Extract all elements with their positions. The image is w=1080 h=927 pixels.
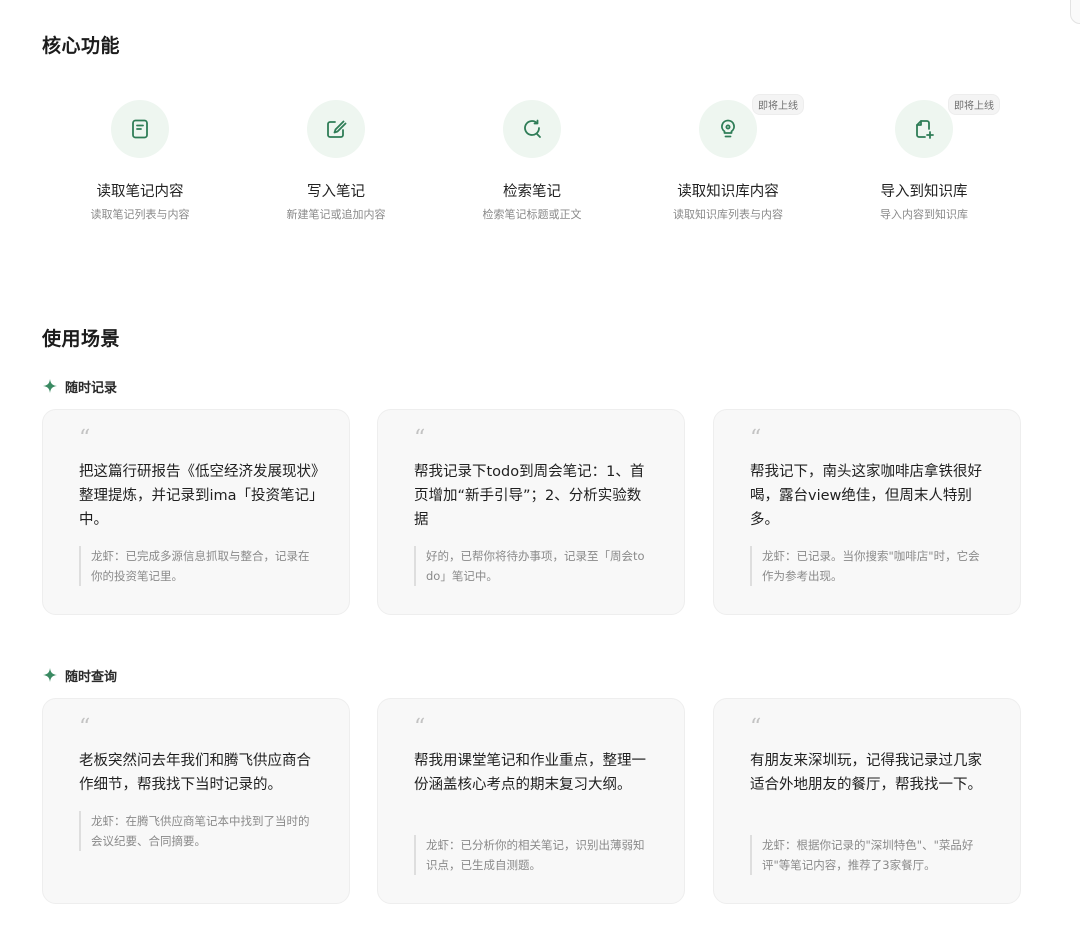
card-reply: 龙虾：在腾飞供应商笔记本中找到了当时的会议纪要、合同摘要。 [79, 811, 311, 851]
sparkle-icon [43, 379, 57, 393]
feature-name: 读取笔记内容 [96, 184, 184, 200]
feature-name: 检索笔记 [503, 184, 561, 200]
card-prompt: 帮我用课堂笔记和作业重点，整理一份涵盖核心考点的期末复习大纲。 [414, 753, 646, 793]
note-read-icon [132, 119, 148, 139]
group-label-text: 随时记录 [65, 380, 118, 396]
scenario-card: “ 帮我记录下todo到周会笔记：1、首页增加“新手引导”；2、分析实验数据 好… [377, 409, 685, 615]
feature-desc: 新建笔记或追加内容 [286, 208, 386, 221]
feature-icon-circle [699, 100, 757, 158]
feature-read-notes[interactable]: 读取笔记内容 读取笔记列表与内容 [42, 100, 238, 230]
feature-search-notes[interactable]: 检索笔记 检索笔记标题或正文 [434, 100, 630, 230]
sparkle-icon [43, 668, 57, 682]
quote-icon: “ [750, 715, 762, 740]
quote-icon: “ [414, 715, 426, 740]
feature-read-knowledge-base[interactable]: 即将上线 读取知识库内容 读取知识库列表与内容 [630, 94, 826, 230]
group-label-text: 随时查询 [65, 669, 118, 685]
quote-icon: “ [414, 426, 426, 451]
card-prompt: 老板突然问去年我们和腾飞供应商合作细节，帮我找下当时记录的。 [79, 753, 311, 793]
import-add-icon [916, 120, 934, 139]
feature-import-knowledge-base[interactable]: 即将上线 导入到知识库 导入内容到知识库 [826, 94, 1022, 230]
coming-soon-badge: 即将上线 [948, 94, 1000, 115]
card-prompt: 把这篇行研报告《低空经济发展现状》整理提炼，并记录到ima「投资笔记」中。 [79, 464, 319, 528]
scenario-card: “ 有朋友来深圳玩，记得我记录过几家适合外地朋友的餐厅，帮我找一下。 龙虾：根据… [713, 698, 1021, 904]
edit-note-icon [327, 120, 347, 138]
card-prompt: 有朋友来深圳玩，记得我记录过几家适合外地朋友的餐厅，帮我找一下。 [750, 753, 982, 793]
scenario-card: “ 老板突然问去年我们和腾飞供应商合作细节，帮我找下当时记录的。 龙虾：在腾飞供… [42, 698, 350, 904]
feature-name: 导入到知识库 [880, 184, 968, 200]
card-reply: 龙虾：已完成多源信息抓取与整合，记录在你的投资笔记里。 [79, 546, 311, 586]
page: 核心功能 读取笔记内容 读取笔记列表与内容 写入笔记 新建笔记或追加内容 检索笔… [0, 0, 1080, 927]
scenario-card: “ 把这篇行研报告《低空经济发展现状》整理提炼，并记录到ima「投资笔记」中。 … [42, 409, 350, 615]
core-features-title: 核心功能 [42, 35, 121, 57]
card-reply: 龙虾：已分析你的相关笔记，识别出薄弱知识点，已生成自测题。 [414, 835, 646, 875]
card-prompt: 帮我记录下todo到周会笔记：1、首页增加“新手引导”；2、分析实验数据 [414, 464, 645, 528]
feature-icon-circle [503, 100, 561, 158]
quote-icon: “ [79, 426, 91, 451]
quote-icon: “ [79, 715, 91, 740]
feature-icon-circle [111, 100, 169, 158]
feature-icon-circle [895, 100, 953, 158]
feature-desc: 导入内容到知识库 [880, 208, 968, 221]
scenario-card: “ 帮我记下，南头这家咖啡店拿铁很好喝，露台view绝佳，但周末人特别多。 龙虾… [713, 409, 1021, 615]
quote-icon: “ [750, 426, 762, 451]
feature-list: 读取笔记内容 读取笔记列表与内容 写入笔记 新建笔记或追加内容 检索笔记 检索笔… [42, 94, 1022, 230]
feature-write-notes[interactable]: 写入笔记 新建笔记或追加内容 [238, 100, 434, 230]
feature-name: 读取知识库内容 [677, 184, 779, 200]
scenario-card: “ 帮我用课堂笔记和作业重点，整理一份涵盖核心考点的期末复习大纲。 龙虾：已分析… [377, 698, 685, 904]
group-label-query: 随时查询 [42, 665, 117, 685]
card-reply: 好的，已帮你将待办事项，记录至「周会todo」笔记中。 [414, 546, 646, 586]
coming-soon-badge: 即将上线 [752, 94, 804, 115]
feature-desc: 检索笔记标题或正文 [482, 208, 582, 221]
scenarios-title: 使用场景 [42, 328, 121, 350]
search-refresh-icon [524, 119, 541, 138]
lightbulb-icon [721, 119, 735, 138]
feature-desc: 读取知识库列表与内容 [673, 208, 783, 221]
window-edge [1070, 0, 1080, 24]
card-prompt: 帮我记下，南头这家咖啡店拿铁很好喝，露台view绝佳，但周末人特别多。 [750, 464, 982, 528]
group-label-record: 随时记录 [42, 376, 117, 396]
feature-name: 写入笔记 [307, 184, 365, 200]
card-reply: 龙虾：已记录。当你搜索"咖啡店"时，它会作为参考出现。 [750, 546, 982, 586]
card-reply: 龙虾：根据你记录的"深圳特色"、"菜品好评"等笔记内容，推荐了3家餐厅。 [750, 835, 982, 875]
feature-desc: 读取笔记列表与内容 [90, 208, 190, 221]
feature-icon-circle [307, 100, 365, 158]
